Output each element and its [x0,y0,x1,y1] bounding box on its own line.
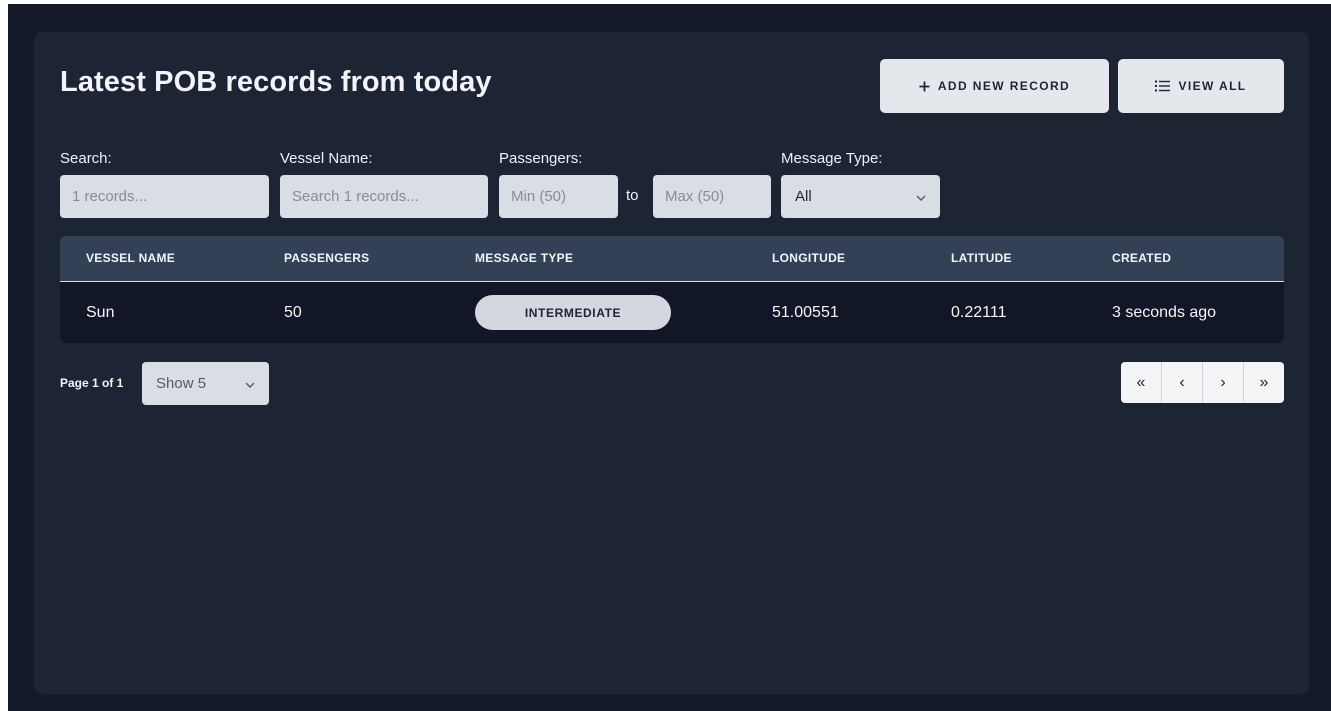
column-header-passengers[interactable]: PASSENGERS [284,251,369,265]
pagination-controls: « ‹ › » [1121,362,1284,403]
view-all-button[interactable]: VIEW ALL [1118,59,1284,113]
message-type-select[interactable]: All [781,175,940,218]
cell-latitude: 0.22111 [951,304,1007,321]
records-panel: Latest POB records from today ADD NEW RE… [34,32,1309,694]
range-to-text: to [626,187,639,204]
app-background: Latest POB records from today ADD NEW RE… [8,4,1331,711]
vessel-name-input[interactable]: Search 1 records... [280,175,488,218]
double-chevron-right-icon: » [1259,373,1269,391]
column-header-latitude[interactable]: LATITUDE [951,251,1012,265]
cell-vessel-name: Sun [86,304,115,321]
table-row[interactable]: Sun 50 INTERMEDIATE 51.00551 0.22111 3 s… [60,282,1284,343]
chevron-right-icon: › [1220,373,1226,391]
page-size-select[interactable]: Show 5 [142,362,269,405]
page-title: Latest POB records from today [60,66,492,98]
table-header-row: VESSEL NAME PASSENGERS MESSAGE TYPE LONG… [60,236,1284,282]
records-table: VESSEL NAME PASSENGERS MESSAGE TYPE LONG… [60,236,1284,343]
column-header-created[interactable]: CREATED [1112,251,1171,265]
cell-created: 3 seconds ago [1112,304,1217,321]
cell-passengers: 50 [284,304,302,321]
chevron-down-icon [916,188,926,205]
passengers-min-input[interactable]: Min (50) [499,175,618,218]
page-size-value: Show 5 [156,375,207,392]
column-header-message-type[interactable]: MESSAGE TYPE [475,251,573,265]
message-type-label: Message Type: [781,150,883,167]
cell-longitude: 51.00551 [772,304,839,321]
chevron-left-icon: ‹ [1179,373,1185,391]
search-input[interactable]: 1 records... [60,175,269,218]
add-new-record-button[interactable]: ADD NEW RECORD [880,59,1109,113]
add-new-record-label: ADD NEW RECORD [937,79,1071,93]
page-indicator: Page 1 of 1 [60,376,124,390]
first-page-button[interactable]: « [1121,362,1161,403]
last-page-button[interactable]: » [1243,362,1284,403]
vessel-name-label: Vessel Name: [280,150,373,167]
next-page-button[interactable]: › [1202,362,1243,403]
column-header-vessel-name[interactable]: VESSEL NAME [86,251,175,265]
list-icon [1155,80,1171,92]
previous-page-button[interactable]: ‹ [1161,362,1202,403]
chevron-down-icon [245,375,255,392]
column-header-longitude[interactable]: LONGITUDE [772,251,845,265]
search-label: Search: [60,150,112,167]
message-type-value: All [795,188,812,205]
message-type-badge: INTERMEDIATE [475,295,671,330]
view-all-label: VIEW ALL [1178,79,1247,93]
double-chevron-left-icon: « [1136,373,1146,391]
passengers-max-input[interactable]: Max (50) [653,175,771,218]
plus-icon [919,81,930,92]
passengers-label: Passengers: [499,150,583,167]
